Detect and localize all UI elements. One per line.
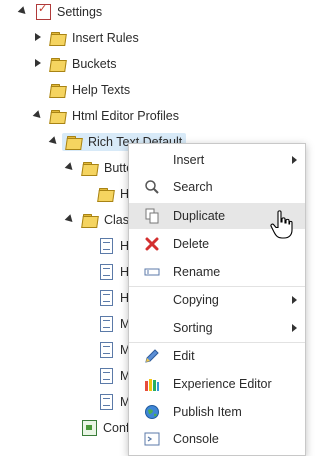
menu-item-experience-editor[interactable]: Experience Editor bbox=[129, 371, 305, 397]
menu-item-rename[interactable]: Rename bbox=[129, 259, 305, 285]
menu-item-sorting[interactable]: Sorting bbox=[129, 315, 305, 341]
document-icon bbox=[100, 290, 113, 306]
expand-arrow-icon[interactable] bbox=[35, 59, 41, 67]
duplicate-icon bbox=[143, 207, 161, 225]
settings-icon bbox=[36, 2, 51, 20]
menu-item-search[interactable]: Search bbox=[129, 174, 305, 200]
document-icon bbox=[100, 264, 113, 280]
submenu-arrow-icon bbox=[292, 324, 297, 332]
hand-cursor-icon bbox=[270, 210, 293, 239]
menu-item-label: Copying bbox=[173, 293, 219, 307]
menu-item-label: Edit bbox=[173, 349, 195, 363]
collapse-arrow-icon[interactable] bbox=[32, 110, 44, 121]
expand-arrow-icon[interactable] bbox=[35, 33, 41, 41]
collapse-arrow-icon[interactable] bbox=[17, 6, 29, 17]
menu-item-label: Rename bbox=[173, 265, 221, 279]
tree-node-item[interactable]: H bbox=[100, 261, 129, 283]
tree-node-html-editor-profiles[interactable]: Html Editor Profiles bbox=[49, 105, 179, 127]
menu-item-publish-item[interactable]: Publish Item bbox=[129, 399, 305, 425]
globe-icon bbox=[143, 403, 161, 421]
menu-item-label: Duplicate bbox=[173, 209, 226, 223]
menu-item-label: Delete bbox=[173, 237, 210, 251]
folder-icon bbox=[81, 213, 99, 228]
menu-item-console[interactable]: Console bbox=[129, 426, 305, 452]
tree-node-label: Buckets bbox=[72, 57, 117, 71]
tree-node-insert-rules[interactable]: Insert Rules bbox=[49, 27, 139, 49]
folder-icon bbox=[49, 109, 67, 124]
menu-item-label: Console bbox=[173, 432, 219, 446]
tree-node-item[interactable]: H bbox=[100, 287, 129, 309]
tree-node-label: Settings bbox=[57, 5, 103, 19]
document-icon bbox=[100, 342, 113, 358]
tree-node-help-texts[interactable]: Help Texts bbox=[49, 79, 131, 101]
tree-node-child-folder[interactable]: H bbox=[97, 183, 129, 205]
delete-x-icon bbox=[143, 235, 161, 253]
tree-node-item[interactable]: M bbox=[100, 365, 130, 387]
tree-node-label: Conf bbox=[103, 421, 130, 435]
tree-node-item[interactable]: M bbox=[100, 339, 130, 361]
submenu-arrow-icon bbox=[292, 296, 297, 304]
console-icon bbox=[143, 430, 161, 448]
tree-node-buttons[interactable]: Butto bbox=[81, 157, 133, 179]
tree-node-buckets[interactable]: Buckets bbox=[49, 53, 117, 75]
tree-node-configuration[interactable]: Conf bbox=[82, 417, 129, 439]
menu-item-edit[interactable]: Edit bbox=[129, 343, 305, 369]
menu-item-label: Experience Editor bbox=[173, 377, 272, 391]
tree-node-label: Insert Rules bbox=[72, 31, 139, 45]
folder-icon bbox=[49, 31, 67, 46]
tree-node-label: Help Texts bbox=[72, 83, 131, 97]
folder-icon bbox=[49, 83, 67, 98]
tree-node-item[interactable]: M bbox=[100, 391, 130, 413]
menu-item-label: Sorting bbox=[173, 321, 213, 335]
menu-item-label: Search bbox=[173, 180, 213, 194]
menu-item-insert[interactable]: Insert bbox=[129, 147, 305, 173]
collapse-arrow-icon[interactable] bbox=[64, 162, 76, 173]
document-icon bbox=[100, 368, 113, 384]
tree-node-item[interactable]: M bbox=[100, 313, 130, 335]
document-icon bbox=[100, 316, 113, 332]
tree-node-label: Html Editor Profiles bbox=[72, 109, 179, 123]
folder-icon bbox=[49, 57, 67, 72]
collapse-arrow-icon[interactable] bbox=[64, 214, 76, 225]
rename-icon bbox=[143, 263, 161, 281]
folder-icon bbox=[81, 161, 99, 176]
configuration-icon bbox=[82, 420, 97, 436]
pencil-icon bbox=[143, 347, 161, 365]
tree-node-item[interactable]: H bbox=[100, 235, 129, 257]
collapse-arrow-icon[interactable] bbox=[48, 136, 60, 147]
document-icon bbox=[100, 394, 113, 410]
menu-item-label: Publish Item bbox=[173, 405, 242, 419]
context-menu: Insert Search Duplicate Delete Rename Co… bbox=[128, 143, 306, 456]
document-icon bbox=[100, 238, 113, 254]
submenu-arrow-icon bbox=[292, 156, 297, 164]
folder-icon bbox=[97, 187, 115, 202]
menu-item-label: Insert bbox=[173, 153, 205, 167]
tree-node-settings[interactable]: Settings bbox=[36, 1, 102, 23]
search-icon bbox=[143, 178, 161, 196]
menu-item-copying[interactable]: Copying bbox=[129, 287, 305, 313]
experience-editor-icon bbox=[143, 375, 161, 393]
folder-icon bbox=[65, 135, 83, 150]
